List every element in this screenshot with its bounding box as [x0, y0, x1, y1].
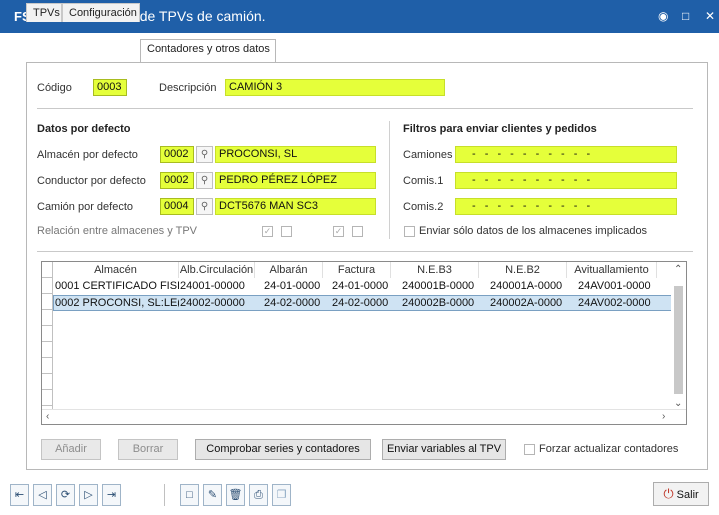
- refresh-icon[interactable]: ⟳: [56, 484, 75, 506]
- scroll-left-icon[interactable]: ‹: [46, 411, 49, 422]
- relacion-check-1[interactable]: ✓: [262, 226, 273, 237]
- column-header-almacen[interactable]: Almacén: [53, 262, 179, 278]
- camion-code-field[interactable]: 0004: [160, 198, 194, 215]
- cell-albaran: 24-01-0000: [264, 280, 321, 292]
- borrar-button[interactable]: Borrar: [118, 439, 178, 460]
- codigo-field[interactable]: 0003: [93, 79, 127, 96]
- scroll-thumb[interactable]: [674, 286, 683, 394]
- print-icon[interactable]: ⎙: [249, 484, 268, 506]
- almacen-search-icon[interactable]: ⚲: [196, 146, 213, 163]
- camiones-field[interactable]: - - - - - - - - - -: [455, 146, 677, 163]
- cell-avituallamiento: 24AV002-0000: [578, 297, 651, 309]
- enviar-solo-label: Enviar sólo datos de los almacenes impli…: [419, 225, 648, 237]
- close-icon[interactable]: ✕: [705, 9, 715, 23]
- comis2-field[interactable]: - - - - - - - - - -: [455, 198, 677, 215]
- row-selector-column: [42, 262, 53, 410]
- camion-search-icon[interactable]: ⚲: [196, 198, 213, 215]
- conductor-code-field[interactable]: 0002: [160, 172, 194, 189]
- scroll-down-icon[interactable]: ⌄: [674, 398, 682, 409]
- power-icon: ⏻: [663, 486, 674, 501]
- counters-grid: Almacén Alb.Circulación Albarán Factura …: [41, 261, 687, 425]
- tab-panel: Código 0003 Descripción CAMIÓN 3 Datos p…: [26, 62, 708, 470]
- conductor-search-icon[interactable]: ⚲: [196, 172, 213, 189]
- cell-neb3: 240001B-0000: [402, 280, 475, 292]
- header-divider: [37, 108, 693, 109]
- grid-divider: [37, 251, 693, 252]
- first-record-icon[interactable]: ⇤: [10, 484, 29, 506]
- camion-name-field: DCT5676 MAN SC3: [215, 198, 376, 215]
- grid-horizontal-scrollbar[interactable]: ‹ ›: [42, 409, 686, 424]
- enviar-solo-checkbox[interactable]: [404, 226, 415, 237]
- comis2-label: Comis.2: [403, 201, 444, 213]
- cell-albaran: 24-02-0000: [264, 297, 321, 309]
- relacion-check-2[interactable]: [281, 226, 292, 237]
- comprobar-series-button[interactable]: Comprobar series y contadores: [195, 439, 371, 460]
- column-header-albaran[interactable]: Albarán: [255, 262, 323, 278]
- column-header-neb3[interactable]: N.E.B3: [391, 262, 479, 278]
- salir-label: Salir: [676, 489, 699, 501]
- tab-contadores[interactable]: Contadores y otros datos: [140, 39, 276, 62]
- descripcion-label: Descripción: [159, 82, 217, 94]
- previous-record-icon[interactable]: ◁: [33, 484, 52, 506]
- tab-configuracion[interactable]: Configuración: [62, 3, 140, 22]
- cell-alb-circulacion: 24001-00000: [180, 280, 245, 292]
- last-record-icon[interactable]: ⇥: [102, 484, 121, 506]
- cell-factura: 24-01-0000: [332, 280, 389, 292]
- column-header-avituallamiento[interactable]: Avituallamiento: [567, 262, 657, 278]
- pin-icon[interactable]: ◉: [658, 9, 668, 23]
- defaults-section-title: Datos por defecto: [37, 123, 131, 135]
- relacion-label: Relación entre almacenes y TPV: [37, 225, 197, 237]
- filters-section-title: Filtros para enviar clientes y pedidos: [403, 123, 597, 135]
- new-record-icon[interactable]: □: [180, 484, 199, 506]
- cell-factura: 24-02-0000: [332, 297, 389, 309]
- almacen-code-field[interactable]: 0002: [160, 146, 194, 163]
- relacion-check-4[interactable]: [352, 226, 363, 237]
- edit-record-icon[interactable]: ✎: [203, 484, 222, 506]
- salir-button[interactable]: ⏻ Salir: [653, 482, 709, 506]
- almacen-label: Almacén por defecto: [37, 149, 138, 161]
- tab-tpvs[interactable]: TPVs: [26, 3, 62, 22]
- table-row-selected[interactable]: 0002 PROCONSI, SL:LE( 24002-00000 24-02-…: [53, 295, 673, 311]
- copy-icon[interactable]: ❐: [272, 484, 291, 506]
- cell-alb-circulacion: 24002-00000: [180, 297, 245, 309]
- codigo-label: Código: [37, 82, 72, 94]
- comis1-label: Comis.1: [403, 175, 444, 187]
- column-header-alb-circulacion[interactable]: Alb.Circulación: [179, 262, 255, 278]
- cell-neb3: 240002B-0000: [402, 297, 475, 309]
- next-record-icon[interactable]: ▷: [79, 484, 98, 506]
- cell-avituallamiento: 24AV001-0000: [578, 280, 651, 292]
- scroll-up-icon[interactable]: ⌃: [674, 264, 682, 275]
- cell-neb2: 240002A-0000: [490, 297, 563, 309]
- grid-vertical-scrollbar[interactable]: ⌃ ⌄: [671, 262, 686, 410]
- scroll-right-icon[interactable]: ›: [662, 411, 665, 422]
- anadir-button[interactable]: Añadir: [41, 439, 101, 460]
- forzar-checkbox[interactable]: [524, 444, 535, 455]
- table-row[interactable]: 0001 CERTIFICADO FISI 24001-00000 24-01-…: [53, 279, 673, 295]
- column-header-factura[interactable]: Factura: [323, 262, 391, 278]
- delete-record-icon[interactable]: 🗑: [226, 484, 245, 506]
- comis1-field[interactable]: - - - - - - - - - -: [455, 172, 677, 189]
- descripcion-field[interactable]: CAMIÓN 3: [225, 79, 445, 96]
- cell-neb2: 240001A-0000: [490, 280, 563, 292]
- forzar-label: Forzar actualizar contadores: [539, 443, 679, 455]
- conductor-label: Conductor por defecto: [37, 175, 146, 187]
- section-divider: [389, 121, 390, 239]
- camiones-label: Camiones: [403, 149, 453, 161]
- camion-label: Camión por defecto: [37, 201, 133, 213]
- conductor-name-field: PEDRO PÉREZ LÓPEZ: [215, 172, 376, 189]
- cell-almacen: 0002 PROCONSI, SL:LE(: [55, 297, 179, 309]
- enviar-variables-button[interactable]: Enviar variables al TPV: [382, 439, 506, 460]
- toolbar-separator: [164, 484, 165, 506]
- maximize-icon[interactable]: □: [682, 9, 689, 23]
- almacen-name-field: PROCONSI, SL: [215, 146, 376, 163]
- cell-almacen: 0001 CERTIFICADO FISI: [55, 280, 179, 292]
- column-header-neb2[interactable]: N.E.B2: [479, 262, 567, 278]
- relacion-check-3[interactable]: ✓: [333, 226, 344, 237]
